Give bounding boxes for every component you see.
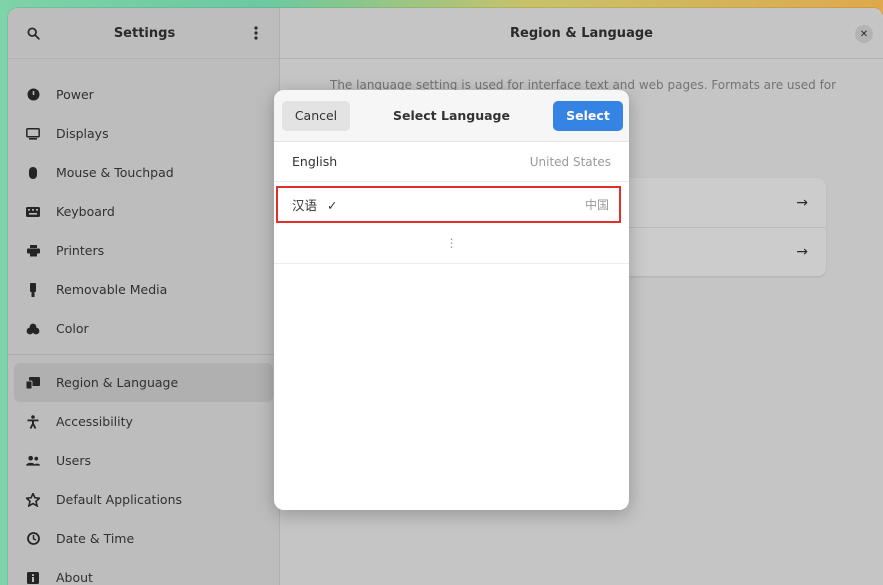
language-name: 汉语 (292, 198, 318, 213)
dialog-header: Cancel Select Language Select (274, 90, 629, 142)
dialog-title: Select Language (393, 108, 510, 123)
language-region: United States (529, 154, 611, 169)
language-option-chinese[interactable]: 汉语 ✓ 中国 (276, 186, 621, 223)
settings-window: Settings Power Displays Mouse & Touchpad… (8, 8, 883, 585)
language-region: 中国 (584, 198, 609, 212)
cancel-button[interactable]: Cancel (282, 100, 350, 131)
language-option-english[interactable]: English United States (274, 142, 629, 182)
select-language-dialog: Cancel Select Language Select English Un… (274, 90, 629, 510)
language-name: English (292, 154, 338, 169)
more-vertical-icon: ⋮ (445, 236, 458, 250)
checkmark-icon: ✓ (327, 198, 338, 213)
select-button[interactable]: Select (553, 100, 623, 131)
more-languages-button[interactable]: ⋮ (274, 223, 629, 264)
